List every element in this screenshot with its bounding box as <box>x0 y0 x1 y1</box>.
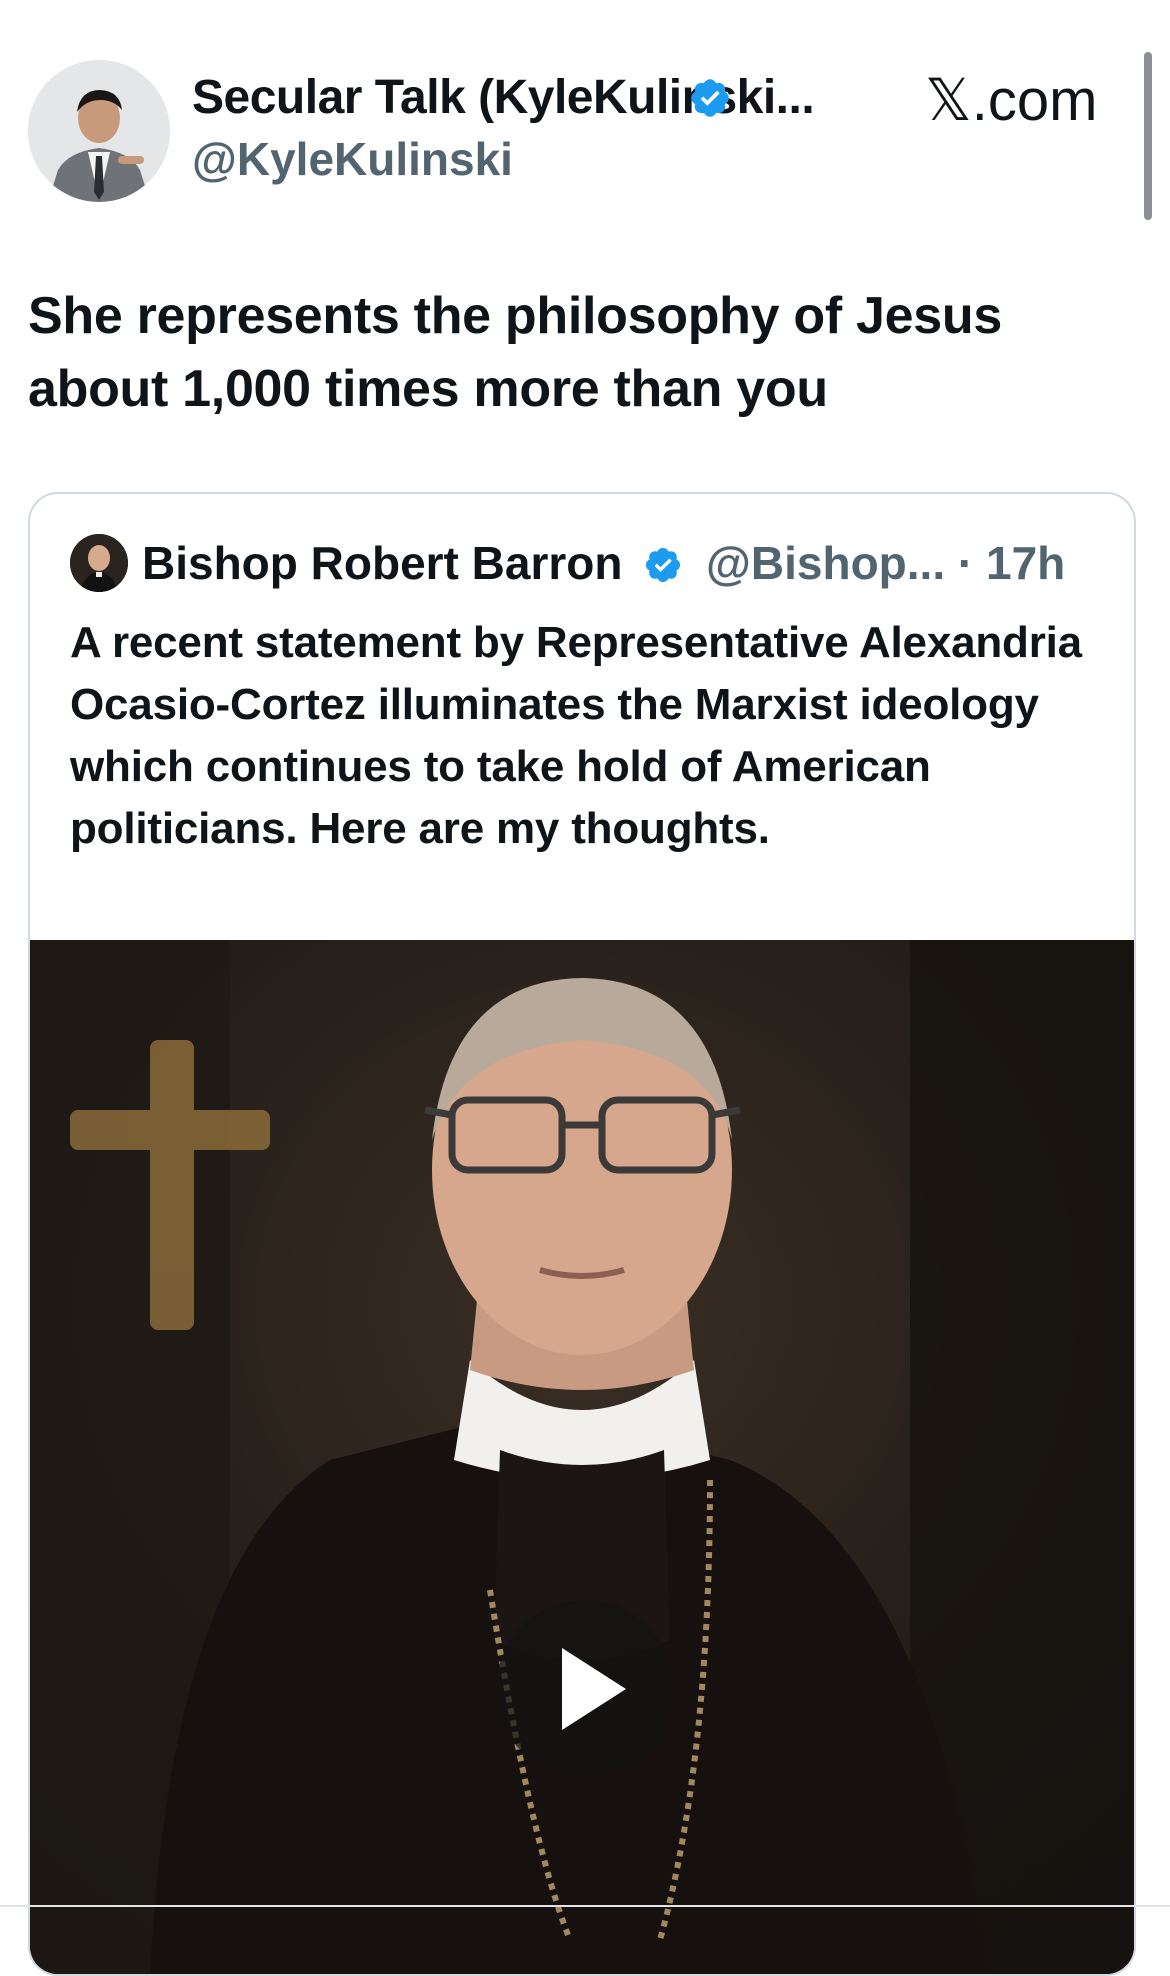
quoted-author-avatar[interactable] <box>70 534 128 592</box>
quoted-post-text: A recent statement by Representative Ale… <box>70 618 1082 853</box>
author-handle[interactable]: @KyleKulinski <box>192 132 513 186</box>
play-icon <box>562 1648 626 1730</box>
quoted-post-header: Bishop Robert Barron @Bishop... · 17h <box>142 530 1065 596</box>
post-timestamp[interactable]: 17h <box>986 537 1065 589</box>
author-avatar[interactable] <box>28 60 170 202</box>
quoted-author-handle[interactable]: @Bishop... <box>706 537 945 589</box>
scrollbar[interactable] <box>1144 52 1152 220</box>
site-label: 𝕏.com <box>925 68 1098 133</box>
video-frame <box>30 940 1134 1974</box>
verified-badge-icon <box>691 79 729 117</box>
divider <box>0 1905 1170 1907</box>
play-button[interactable] <box>496 1600 674 1778</box>
quoted-post-card[interactable]: Bishop Robert Barron @Bishop... · 17h A … <box>28 492 1136 1976</box>
post-header: Secular Talk (KyleKulinski... @KyleKulin… <box>0 0 1170 230</box>
meta-separator: · <box>945 537 986 589</box>
post-text: She represents the philosophy of Jesus a… <box>28 287 1002 418</box>
quoted-author-name[interactable]: Bishop Robert Barron <box>142 537 622 589</box>
verified-badge-icon <box>646 547 681 583</box>
video-thumbnail[interactable] <box>30 940 1134 1974</box>
